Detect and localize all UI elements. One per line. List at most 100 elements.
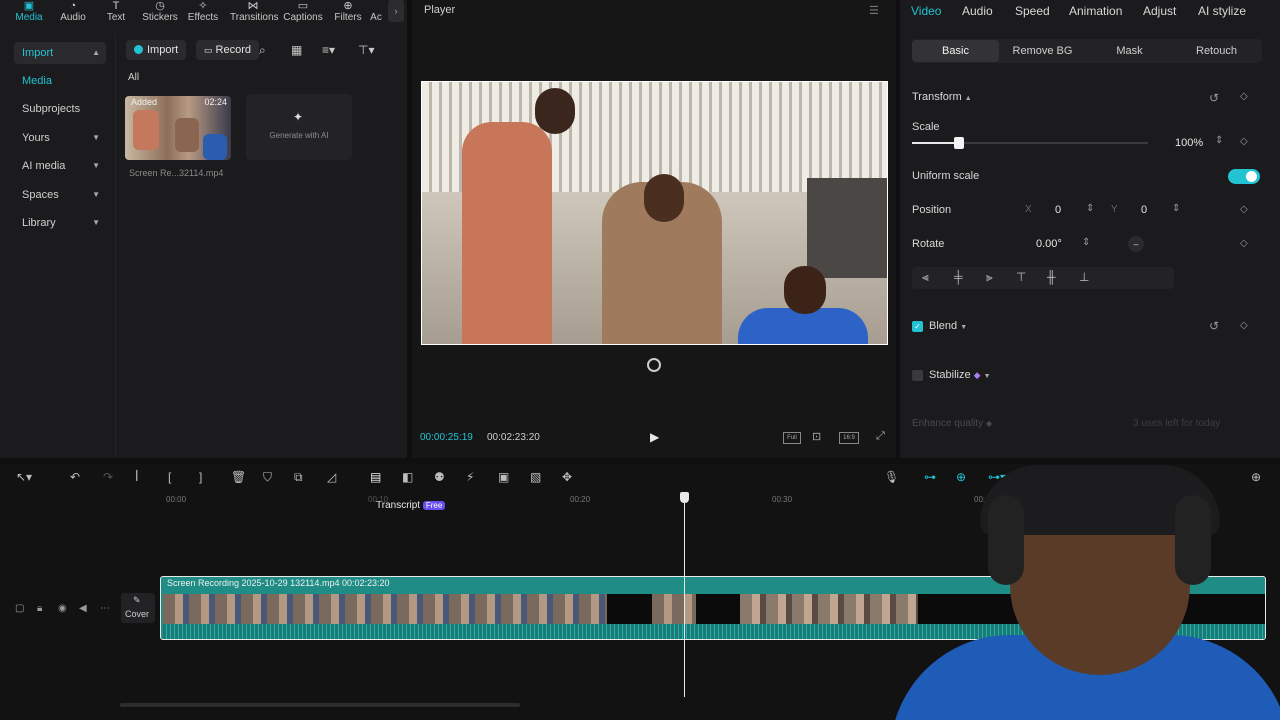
select-tool-icon[interactable]: ↖▾ — [16, 470, 32, 484]
keyframe-icon[interactable]: ◇ — [1240, 320, 1248, 331]
subtab-retouch[interactable]: Retouch — [1173, 40, 1260, 62]
tab-adjust-props[interactable]: Adjust — [1143, 4, 1176, 18]
tab-transitions[interactable]: ⋈ Transitions — [230, 0, 279, 23]
track-thumbnail-icon[interactable]: ▢ — [15, 603, 24, 614]
tab-animation[interactable]: Animation — [1069, 4, 1122, 18]
stepper-icon[interactable]: ⇕ — [1215, 135, 1223, 146]
tab-audio[interactable]: ◔ Audio — [51, 0, 95, 23]
player-menu-icon[interactable]: ☰ — [869, 4, 879, 17]
lock-icon[interactable]: 🔒︎ — [37, 603, 42, 614]
tab-effects[interactable]: ✧ Effects — [181, 0, 225, 23]
scale-slider-knob[interactable] — [954, 137, 964, 149]
stabilize-section-toggle[interactable]: Stabilize ◆ ▼ — [929, 369, 991, 381]
reset-icon[interactable]: ↺ — [1209, 319, 1219, 333]
align-center-icon[interactable]: ╪ — [954, 270, 963, 284]
sidebar-item-media[interactable]: Media — [14, 70, 106, 92]
speed-icon[interactable]: ◿ — [327, 470, 336, 484]
record-button[interactable]: ▭ Record — [196, 40, 259, 60]
align-middle-icon[interactable]: ╫ — [1047, 270, 1056, 284]
timeline-scrollbar[interactable] — [120, 703, 520, 707]
subtab-basic[interactable]: Basic — [912, 40, 999, 62]
align-right-icon[interactable]: ⫸ — [986, 270, 993, 285]
image-icon[interactable]: ▧ — [530, 470, 541, 484]
trim-right-icon[interactable]: ] — [199, 470, 202, 484]
sort-icon[interactable]: ≡▾ — [322, 43, 335, 57]
rotate-dial[interactable]: – — [1128, 236, 1144, 252]
undo-icon[interactable]: ↶ — [70, 470, 80, 484]
transform-section-toggle[interactable]: Transform ▲ — [912, 91, 972, 103]
trim-left-icon[interactable]: [ — [168, 470, 171, 484]
crop-icon[interactable]: ⧉ — [294, 470, 303, 485]
sidebar-item-import[interactable]: Import ▲ — [14, 42, 106, 64]
marker-icon[interactable]: ⛉ — [263, 470, 272, 485]
tab-audio-props[interactable]: Audio — [962, 4, 993, 18]
rotate-handle-icon[interactable] — [647, 358, 661, 372]
enhance-quality-label[interactable]: Enhance quality ◆ — [912, 418, 992, 429]
sidebar-item-ai-media[interactable]: AI media ▼ — [14, 155, 106, 177]
delete-icon[interactable]: 🗑︎ — [231, 470, 246, 484]
subtab-mask[interactable]: Mask — [1086, 40, 1173, 62]
cover-button[interactable]: ✎ Cover — [121, 593, 155, 623]
import-button[interactable]: Import — [126, 40, 187, 60]
reset-icon[interactable]: ↺ — [1209, 91, 1219, 105]
keyframe-icon[interactable]: ◇ — [1240, 238, 1248, 249]
filter-icon[interactable]: ⊤▾ — [358, 43, 374, 57]
volume-icon[interactable]: ◀︎ — [79, 603, 87, 614]
playhead-line[interactable] — [684, 497, 685, 697]
keyframe-icon[interactable]: ◇ — [1240, 136, 1248, 147]
rotate-input[interactable]: 0.00° — [1036, 235, 1062, 253]
keyframe-icon[interactable]: ◇ — [1240, 204, 1248, 215]
search-icon[interactable]: ⌕ — [259, 43, 266, 58]
aspect-ratio-button[interactable]: 16:9 — [839, 432, 859, 444]
sidebar-item-library[interactable]: Library ▼ — [14, 212, 106, 234]
stepper-icon[interactable]: ⇕ — [1086, 203, 1094, 214]
media-thumbnail[interactable]: Added 02:24 — [125, 96, 231, 160]
more-icon[interactable]: ⋯ — [100, 603, 110, 614]
transcript-icon[interactable]: ▤ — [370, 470, 381, 484]
tab-video[interactable]: Video — [911, 4, 941, 18]
tab-captions[interactable]: ▭ Captions — [281, 0, 325, 23]
effects-tool-icon[interactable]: ✥ — [562, 470, 572, 484]
sidebar-item-subprojects[interactable]: Subprojects — [14, 98, 106, 120]
zoom-fit-icon[interactable]: ⊡ — [812, 430, 821, 443]
position-y-input[interactable]: 0 — [1141, 201, 1147, 219]
stepper-icon[interactable]: ⇕ — [1172, 203, 1180, 214]
position-x-input[interactable]: 0 — [1055, 201, 1061, 219]
tab-speed[interactable]: Speed — [1015, 4, 1050, 18]
tabs-scroll-right-button[interactable]: › — [388, 0, 404, 22]
sidebar-item-yours[interactable]: Yours ▼ — [14, 127, 106, 149]
subtab-remove-bg[interactable]: Remove BG — [999, 40, 1086, 62]
view-grid-icon[interactable]: ▦ — [291, 43, 302, 57]
stepper-icon[interactable]: ⇕ — [1082, 237, 1090, 248]
playhead-handle[interactable] — [680, 492, 689, 503]
full-button[interactable]: Full — [783, 432, 801, 444]
stabilize-checkbox[interactable] — [912, 370, 923, 381]
frame-icon[interactable]: ▣ — [498, 470, 509, 484]
align-top-icon[interactable]: ⊤ — [1016, 270, 1026, 284]
redo-icon[interactable]: ↷ — [103, 470, 113, 484]
blend-section-toggle[interactable]: Blend ▼ — [929, 320, 967, 332]
person-icon[interactable]: ⚉ — [434, 470, 445, 484]
blend-checkbox[interactable]: ✓ — [912, 321, 923, 332]
tab-adjust[interactable]: Ac — [366, 0, 386, 23]
align-bottom-icon[interactable]: ⊥ — [1079, 270, 1089, 284]
sidebar-item-spaces[interactable]: Spaces ▼ — [14, 184, 106, 206]
generate-ai-tile[interactable]: ✦ Generate with AI — [246, 94, 352, 160]
keyframe-icon[interactable]: ◇ — [1240, 91, 1248, 102]
tab-media[interactable]: ▣ Media — [7, 0, 51, 23]
fullscreen-icon[interactable]: ⤢ — [876, 430, 885, 443]
video-preview[interactable] — [421, 81, 888, 345]
tab-ai-stylize[interactable]: AI stylize — [1198, 4, 1246, 18]
filter-all-label[interactable]: All — [128, 72, 139, 83]
split-icon[interactable]: ꟾ — [135, 470, 139, 484]
align-left-icon[interactable]: ⫷ — [922, 270, 929, 285]
tab-text[interactable]: T Text — [94, 0, 138, 23]
uniform-scale-toggle[interactable] — [1228, 169, 1260, 184]
play-button[interactable]: ▶ — [650, 430, 659, 444]
tab-stickers[interactable]: ◷ Stickers — [138, 0, 182, 23]
audio-split-icon[interactable]: ◧ — [402, 470, 413, 484]
magic-wand-icon[interactable]: ⚡︎ — [466, 470, 474, 484]
tab-filters[interactable]: ⊕ Filters — [326, 0, 370, 23]
scale-value[interactable]: 100% — [1175, 134, 1203, 152]
eye-icon[interactable]: ◉ — [58, 603, 67, 614]
